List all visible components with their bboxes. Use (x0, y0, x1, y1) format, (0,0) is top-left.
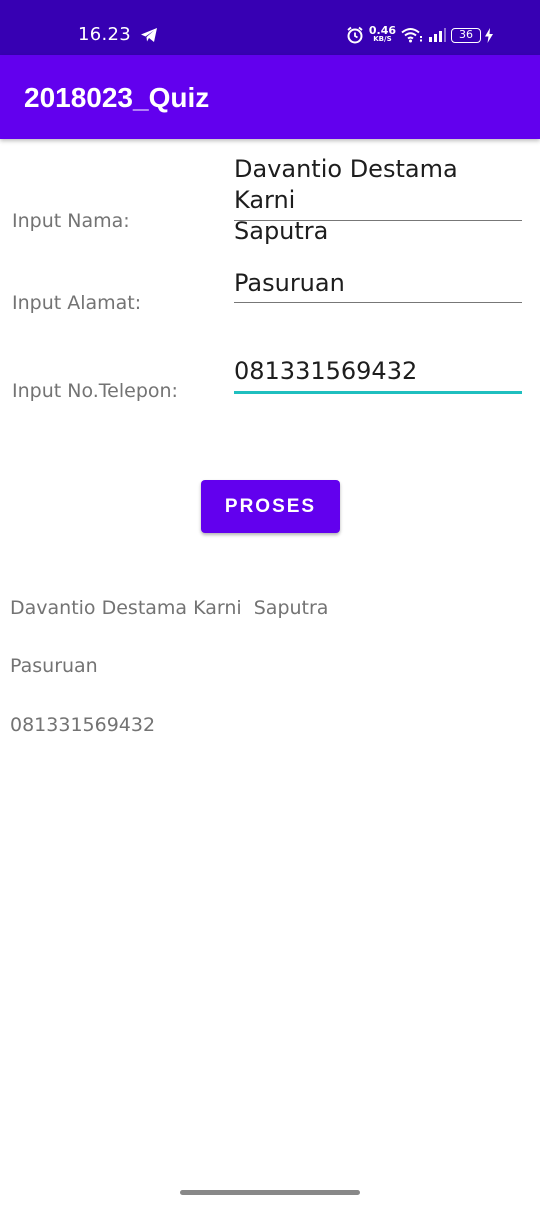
name-input-line2: Saputra (234, 217, 329, 245)
phone-label: Input No.Telepon: (12, 380, 178, 402)
charging-bolt-icon (485, 27, 493, 43)
status-time: 16.23 (78, 24, 132, 45)
name-input-line1: Davantio Destama Karni (234, 155, 458, 214)
battery-indicator: 36 (451, 27, 494, 43)
wifi-icon (401, 28, 422, 43)
network-speed: 0.46 KB/S (368, 24, 396, 44)
name-input[interactable]: Davantio Destama Karni Saputra (234, 154, 522, 245)
output-name: Davantio Destama Karni Saputra (10, 597, 329, 619)
status-bar: 16.23 0.46 KB/S 36 (0, 0, 540, 55)
name-label: Input Nama: (12, 210, 130, 232)
alarm-icon (347, 26, 363, 44)
status-icons: 0.46 KB/S 36 (346, 24, 494, 46)
gesture-nav-handle[interactable] (180, 1190, 360, 1195)
phone-input[interactable]: 081331569432 (234, 356, 522, 394)
app-bar: 2018023_Quiz (0, 55, 540, 139)
battery-level: 36 (451, 27, 481, 43)
proses-button[interactable]: PROSES (201, 480, 340, 533)
telegram-icon (141, 28, 157, 42)
network-speed-unit: KB/S (373, 35, 392, 43)
output-phone: 081331569432 (10, 714, 156, 736)
app-title: 2018023_Quiz (24, 82, 210, 113)
signal-icon (429, 28, 446, 42)
network-speed-value: 0.46 (368, 24, 396, 37)
address-input[interactable]: Pasuruan (234, 268, 522, 303)
output-address: Pasuruan (10, 655, 98, 677)
address-label: Input Alamat: (12, 292, 142, 314)
